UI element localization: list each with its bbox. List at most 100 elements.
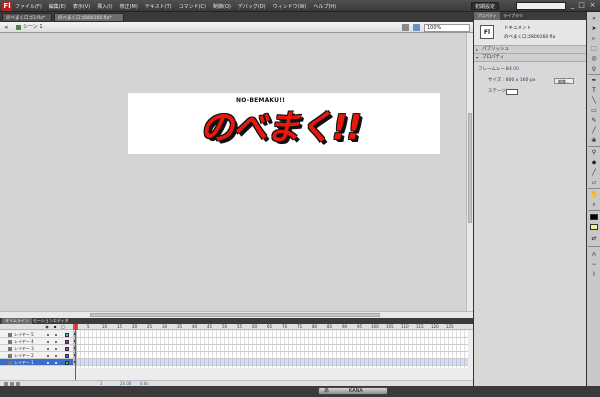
vertical-scrollbar[interactable]: [466, 33, 473, 311]
ime-toolbar[interactable]: あ KANA: [318, 387, 388, 395]
publish-section-header[interactable]: ▸ パブリッシュ: [474, 46, 587, 54]
tab-document-1[interactable]: のべまくロゴ3.fla*: [2, 13, 52, 22]
lock-dot[interactable]: [55, 355, 57, 357]
menu-insert[interactable]: 挿入(I): [97, 3, 112, 10]
menu-modify[interactable]: 修正(M): [120, 3, 138, 10]
layer-color-swatch[interactable]: [65, 361, 69, 365]
layer-name[interactable]: レイヤー 2: [14, 352, 34, 359]
hand-icon[interactable]: ✋: [589, 190, 599, 199]
frame-row[interactable]: [73, 331, 468, 338]
menu-view[interactable]: 表示(V): [73, 3, 90, 10]
bone-icon[interactable]: ⚲: [589, 148, 599, 157]
visibility-dot[interactable]: [47, 341, 49, 343]
props-section-header[interactable]: ▾ プロパティ: [474, 54, 587, 62]
layer-row-selected[interactable]: レイヤー 1: [0, 359, 73, 366]
playhead[interactable]: [75, 324, 76, 386]
lock-dot[interactable]: [55, 334, 57, 336]
fps-value[interactable]: 24.00: [506, 66, 519, 74]
smooth-icon[interactable]: ∼: [589, 260, 599, 269]
back-arrow-icon[interactable]: ◂: [4, 23, 8, 32]
eyedropper-icon[interactable]: ╱: [589, 168, 599, 177]
layer-name[interactable]: レイヤー 5: [14, 331, 34, 338]
3d-rotation-icon[interactable]: ◎: [589, 54, 599, 63]
frame-grid[interactable]: [73, 331, 468, 368]
lock-dot[interactable]: [55, 341, 57, 343]
zoom-select[interactable]: 100%: [424, 24, 470, 32]
line-icon[interactable]: ╲: [589, 96, 599, 105]
subselection-icon[interactable]: ▹: [589, 34, 599, 43]
scene-label[interactable]: シーン 1: [23, 22, 43, 33]
layer-name[interactable]: レイヤー 4: [14, 338, 34, 345]
frame-row[interactable]: [73, 352, 468, 359]
pen-icon[interactable]: ✒: [589, 76, 599, 85]
lasso-icon[interactable]: ϙ: [589, 64, 599, 73]
ime-mode[interactable]: あ: [324, 388, 329, 395]
layer-name[interactable]: レイヤー 1: [14, 359, 34, 366]
frame-row[interactable]: [73, 345, 468, 352]
workspace-switcher[interactable]: 初期設定: [471, 2, 500, 10]
close-button[interactable]: ×: [588, 1, 597, 10]
eraser-icon[interactable]: ▱: [589, 178, 599, 187]
horizontal-scrollbar[interactable]: [0, 311, 473, 318]
edit-symbols-icon[interactable]: [413, 24, 420, 31]
layer-row[interactable]: レイヤー 2: [0, 352, 73, 359]
layer-color-swatch[interactable]: [65, 354, 69, 358]
straighten-icon[interactable]: ⌇: [589, 270, 599, 279]
free-transform-icon[interactable]: ⬚: [589, 44, 599, 53]
pencil-icon[interactable]: ✎: [589, 116, 599, 125]
horizontal-scroll-thumb[interactable]: [90, 313, 380, 317]
tab-properties[interactable]: プロパティ: [474, 12, 500, 20]
stage[interactable]: NO-BEMAKU!! のべまく!!: [128, 93, 440, 154]
selection-arrow-icon[interactable]: ➤: [589, 24, 599, 33]
banner-title[interactable]: のべまく!!: [200, 100, 362, 149]
fill-color-swatch[interactable]: [590, 224, 598, 230]
edit-size-button[interactable]: 編集...: [554, 78, 574, 84]
frame-ruler[interactable]: 1 5 10 15 20 25 30 35 40 45 50 55 60 65 …: [73, 324, 468, 330]
menu-help[interactable]: ヘルプ(H): [313, 3, 336, 10]
frame-row[interactable]: [73, 338, 468, 345]
help-search-input[interactable]: [516, 2, 566, 10]
zoom-icon[interactable]: ⌕: [589, 200, 599, 209]
vertical-scroll-thumb[interactable]: [468, 113, 472, 223]
visibility-dot[interactable]: [47, 348, 49, 350]
stage-color-swatch[interactable]: [506, 89, 518, 95]
outline-icon[interactable]: □: [61, 325, 65, 329]
visibility-dot[interactable]: [47, 362, 49, 364]
visibility-dot[interactable]: [47, 334, 49, 336]
lock-dot[interactable]: [55, 362, 57, 364]
deco-icon[interactable]: ❀: [589, 136, 599, 145]
menu-edit[interactable]: 編集(E): [49, 3, 66, 10]
menu-file[interactable]: ファイル(F): [15, 3, 42, 10]
eye-icon[interactable]: ◉: [45, 325, 49, 329]
minimize-button[interactable]: _: [568, 1, 577, 10]
text-icon[interactable]: T: [589, 86, 599, 95]
layer-color-swatch[interactable]: [65, 340, 69, 344]
ime-caps[interactable]: KANA: [349, 388, 363, 395]
lock-icon[interactable]: ▪: [53, 325, 57, 329]
tab-document-2[interactable]: のべまくロゴ800160.fla*: [54, 13, 124, 22]
menu-commands[interactable]: コマンド(C): [179, 3, 206, 10]
collapse-icon[interactable]: »: [589, 14, 599, 23]
layer-row[interactable]: レイヤー 5: [0, 331, 73, 338]
edit-scene-icon[interactable]: [402, 24, 409, 31]
visibility-dot[interactable]: [47, 355, 49, 357]
frame-row[interactable]: [73, 359, 468, 366]
menu-control[interactable]: 制御(O): [213, 3, 231, 10]
paint-bucket-icon[interactable]: ◆: [589, 158, 599, 167]
swap-colors-icon[interactable]: ⇄: [589, 234, 599, 243]
tab-library[interactable]: ライブラリ: [500, 12, 526, 20]
layer-color-swatch[interactable]: [65, 333, 69, 337]
stage-area[interactable]: NO-BEMAKU!! のべまく!!: [0, 33, 466, 311]
menu-window[interactable]: ウィンドウ(W): [273, 3, 307, 10]
brush-icon[interactable]: ╱: [589, 126, 599, 135]
menu-text[interactable]: テキスト(T): [145, 3, 172, 10]
layer-color-swatch[interactable]: [65, 347, 69, 351]
menu-debug[interactable]: デバッグ(D): [238, 3, 266, 10]
lock-dot[interactable]: [55, 348, 57, 350]
layer-row[interactable]: レイヤー 3: [0, 345, 73, 352]
snap-magnet-icon[interactable]: ∩: [589, 250, 599, 259]
layer-name[interactable]: レイヤー 3: [14, 345, 34, 352]
stroke-color-swatch[interactable]: [590, 214, 598, 220]
rectangle-icon[interactable]: ▭: [589, 106, 599, 115]
layer-row[interactable]: レイヤー 4: [0, 338, 73, 345]
